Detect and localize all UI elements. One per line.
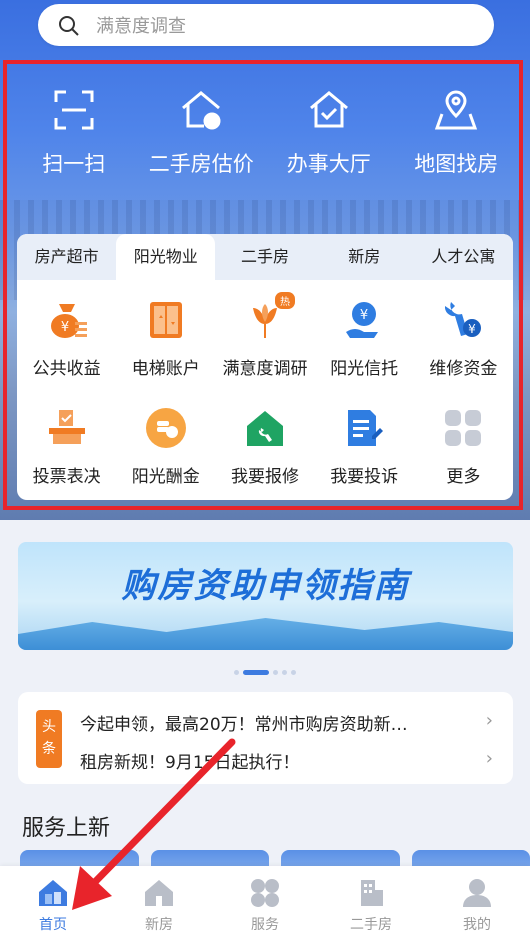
- carousel-dot: [273, 670, 278, 675]
- elevator-account-button[interactable]: 电梯账户: [116, 286, 215, 394]
- vote-button[interactable]: 投票表决: [17, 394, 116, 500]
- house-valuation-icon: [182, 91, 221, 130]
- hot-badge: 热: [274, 292, 295, 309]
- coin-stack-icon: [145, 408, 186, 448]
- service-hall-button[interactable]: 办事大厅: [265, 88, 393, 188]
- tab-second-hand-label: 二手房: [350, 917, 392, 933]
- news-item[interactable]: 今起申领，最高20万！常州市购房资助新…: [80, 710, 480, 735]
- service-hall-label: 办事大厅: [286, 152, 371, 176]
- category-tabs: 房产超市 阳光物业 二手房 新房 人才公寓: [17, 234, 513, 280]
- headline-badge: 头条: [36, 710, 62, 768]
- carousel-dot: [234, 670, 239, 675]
- tab-profile-label: 我的: [463, 917, 491, 933]
- map-pin-icon: [435, 90, 478, 130]
- carousel-dot: [291, 670, 296, 675]
- tab-profile[interactable]: 我的: [424, 866, 530, 943]
- section-title: 服务上新: [22, 816, 111, 841]
- carousel-dot-active: [243, 670, 269, 675]
- service-hall-icon: [309, 91, 348, 128]
- ballot-box-icon: [48, 410, 85, 444]
- more-grid-icon: [445, 410, 482, 446]
- vote-label: 投票表决: [32, 467, 101, 487]
- news-item[interactable]: 租房新规！9月15日起执行！: [80, 748, 480, 773]
- money-bag-icon: ¥: [50, 304, 87, 338]
- svg-text:¥: ¥: [360, 308, 368, 323]
- profile-icon: [463, 879, 491, 907]
- complaint-label: 我要投诉: [330, 467, 399, 487]
- repair-house-icon: [246, 411, 283, 446]
- tab-property-market[interactable]: 房产超市: [17, 234, 116, 280]
- more-label: 更多: [446, 467, 481, 487]
- tab-talent-apartment[interactable]: 人才公寓: [414, 234, 513, 280]
- promo-banner[interactable]: 购房资助申领指南: [18, 542, 513, 650]
- wrench-coin-icon: ¥: [445, 302, 482, 337]
- map-find-house-button[interactable]: 地图找房: [393, 88, 521, 188]
- public-income-label: 公共收益: [32, 359, 101, 379]
- scan-button[interactable]: 扫一扫: [10, 88, 138, 188]
- tab-sunshine-property[interactable]: 阳光物业: [116, 234, 216, 280]
- svg-text:¥: ¥: [469, 322, 477, 336]
- sunshine-trust-button[interactable]: ¥ 阳光信托: [315, 286, 414, 394]
- elevator-account-label: 电梯账户: [131, 359, 200, 379]
- chevron-right-icon: ›: [485, 710, 493, 731]
- map-find-house-label: 地图找房: [414, 152, 499, 176]
- tab-new-house[interactable]: 新房: [315, 234, 414, 280]
- scan-label: 扫一扫: [42, 152, 106, 176]
- satisfaction-survey-button[interactable]: 热 满意度调研: [215, 286, 314, 394]
- headline-news: 头条 今起申领，最高20万！常州市购房资助新… › 租房新规！9月15日起执行！…: [18, 692, 513, 784]
- carousel-dot: [282, 670, 287, 675]
- satisfaction-survey-label: 满意度调研: [222, 359, 308, 379]
- tab-second-hand-nav[interactable]: 二手房: [318, 866, 424, 943]
- search-icon: [59, 16, 79, 36]
- sunshine-reward-label: 阳光酬金: [131, 467, 200, 487]
- svg-text:¥: ¥: [60, 320, 68, 335]
- tab-second-hand[interactable]: 二手房: [215, 234, 314, 280]
- hand-coin-icon: ¥: [346, 302, 379, 338]
- house-valuation-label: 二手房估价: [148, 152, 254, 176]
- carousel-indicator: [0, 662, 530, 675]
- report-repair-button[interactable]: 我要报修: [215, 394, 314, 500]
- tab-home-label: 首页: [39, 917, 67, 933]
- tab-new-house-label: 新房: [145, 917, 173, 933]
- maintenance-fund-button[interactable]: ¥ 维修资金: [414, 286, 513, 394]
- tab-new-house-nav[interactable]: 新房: [106, 866, 212, 943]
- sunshine-trust-label: 阳光信托: [330, 359, 399, 379]
- service-grid-icon: [251, 879, 279, 907]
- search-bar[interactable]: [38, 4, 494, 46]
- maintenance-fund-label: 维修资金: [429, 359, 498, 379]
- search-input[interactable]: [94, 10, 478, 42]
- sunshine-reward-button[interactable]: 阳光酬金: [116, 394, 215, 500]
- service-grid: ¥ 公共收益 电梯账户 热 满意度调研 ¥ 阳光信托 ¥ 维修资金 投票表决 阳…: [17, 280, 513, 500]
- new-house-icon: [145, 880, 173, 906]
- tab-home[interactable]: 首页: [0, 866, 106, 943]
- tab-service[interactable]: 服务: [212, 866, 318, 943]
- chevron-right-icon: ›: [485, 748, 493, 769]
- more-button[interactable]: 更多: [414, 394, 513, 500]
- scan-icon: [54, 90, 94, 130]
- public-income-button[interactable]: ¥ 公共收益: [17, 286, 116, 394]
- top-actions: 扫一扫 二手房估价 办事大厅 地图找房: [10, 88, 520, 188]
- elevator-icon: [149, 302, 182, 338]
- banner-title: 购房资助申领指南: [121, 566, 410, 606]
- complaint-button[interactable]: 我要投诉: [315, 394, 414, 500]
- building-icon: [361, 880, 383, 906]
- bottom-tab-bar: 首页 新房 服务 二手房 我的: [0, 866, 530, 943]
- banner-landscape: [18, 618, 513, 650]
- home-icon: [39, 880, 67, 906]
- tab-service-label: 服务: [251, 917, 279, 933]
- complaint-doc-icon: [348, 410, 384, 446]
- house-valuation-button[interactable]: 二手房估价: [138, 88, 266, 188]
- report-repair-label: 我要报修: [230, 467, 299, 487]
- service-panel: 房产超市 阳光物业 二手房 新房 人才公寓 ¥ 公共收益 电梯账户 热 满意度调…: [17, 234, 513, 500]
